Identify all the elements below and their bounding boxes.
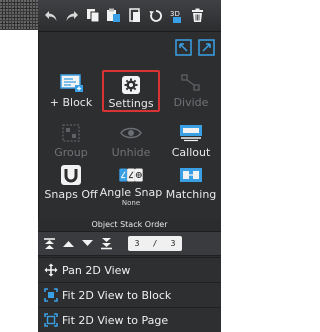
group-button[interactable]: Group bbox=[42, 120, 100, 162]
copy-icon[interactable] bbox=[82, 4, 103, 28]
callout-icon bbox=[178, 122, 204, 144]
expand-icon[interactable] bbox=[175, 38, 192, 56]
gear-icon bbox=[118, 74, 144, 95]
stack-position-separator: / bbox=[152, 239, 158, 248]
add-block-icon bbox=[58, 72, 84, 94]
fit-page-icon bbox=[44, 313, 58, 327]
settings-button[interactable]: Settings bbox=[102, 70, 160, 112]
fit-block-icon bbox=[44, 288, 58, 302]
group-icon bbox=[58, 122, 84, 144]
undo-icon[interactable] bbox=[40, 4, 61, 28]
stack-position-current: 3 bbox=[134, 239, 140, 248]
svg-text:3D: 3D bbox=[170, 10, 180, 18]
add-block-label: + Block bbox=[49, 96, 93, 109]
stack-order-title: Object Stack Order bbox=[38, 219, 221, 231]
divide-icon bbox=[178, 72, 204, 94]
3d-icon[interactable]: 3D bbox=[166, 4, 187, 28]
angle-snap-value: None bbox=[121, 199, 141, 207]
send-to-back-icon[interactable] bbox=[99, 235, 114, 252]
collapse-icon[interactable] bbox=[198, 38, 215, 56]
unhide-button[interactable]: Unhide bbox=[102, 120, 160, 162]
magnet-icon bbox=[58, 164, 84, 186]
snaps-off-label: Snaps Off bbox=[44, 188, 98, 201]
paste-icon[interactable] bbox=[103, 4, 124, 28]
duplicate-icon[interactable] bbox=[124, 4, 145, 28]
pan-2d-view-item[interactable]: Pan 2D View bbox=[38, 257, 221, 282]
angle-snap-button[interactable]: Angle Snap None bbox=[99, 162, 163, 207]
panel-header bbox=[39, 32, 221, 62]
bring-to-front-icon[interactable] bbox=[42, 235, 57, 252]
send-backward-icon[interactable] bbox=[80, 235, 95, 252]
reset-icon[interactable] bbox=[145, 4, 166, 28]
bring-forward-icon[interactable] bbox=[61, 235, 76, 252]
angle-snap-icon bbox=[118, 164, 144, 186]
delete-icon[interactable] bbox=[187, 4, 208, 28]
pan-2d-view-label: Pan 2D View bbox=[62, 263, 131, 277]
callout-button[interactable]: Callout bbox=[162, 120, 220, 162]
fit-2d-view-to-page-label: Fit 2D View to Page bbox=[62, 313, 169, 327]
snaps-off-button[interactable]: Snaps Off bbox=[42, 162, 100, 204]
redo-icon[interactable] bbox=[61, 4, 82, 28]
fit-2d-view-to-page-item[interactable]: Fit 2D View to Page bbox=[38, 307, 221, 332]
group-label: Group bbox=[54, 146, 88, 159]
stack-position-field[interactable]: 3 / 3 bbox=[128, 236, 182, 251]
divide-button[interactable]: Divide bbox=[162, 70, 220, 112]
unhide-label: Unhide bbox=[111, 146, 151, 159]
fit-2d-view-to-block-item[interactable]: Fit 2D View to Block bbox=[38, 282, 221, 307]
callout-label: Callout bbox=[171, 146, 211, 159]
top-toolbar: 3D bbox=[38, 0, 221, 32]
matching-button[interactable]: Matching bbox=[162, 162, 220, 204]
page-margin bbox=[0, 30, 38, 331]
pan-icon bbox=[44, 263, 58, 277]
matching-icon bbox=[178, 164, 204, 186]
add-block-button[interactable]: + Block bbox=[42, 70, 100, 112]
stack-position-total: 3 bbox=[170, 239, 176, 248]
angle-snap-label: Angle Snap bbox=[99, 186, 163, 199]
divide-label: Divide bbox=[173, 96, 209, 109]
fit-2d-view-to-block-label: Fit 2D View to Block bbox=[62, 288, 172, 302]
stack-order-bar: 3 / 3 bbox=[38, 231, 221, 256]
eye-icon bbox=[118, 122, 144, 144]
settings-label: Settings bbox=[108, 97, 154, 110]
matching-label: Matching bbox=[165, 188, 217, 201]
